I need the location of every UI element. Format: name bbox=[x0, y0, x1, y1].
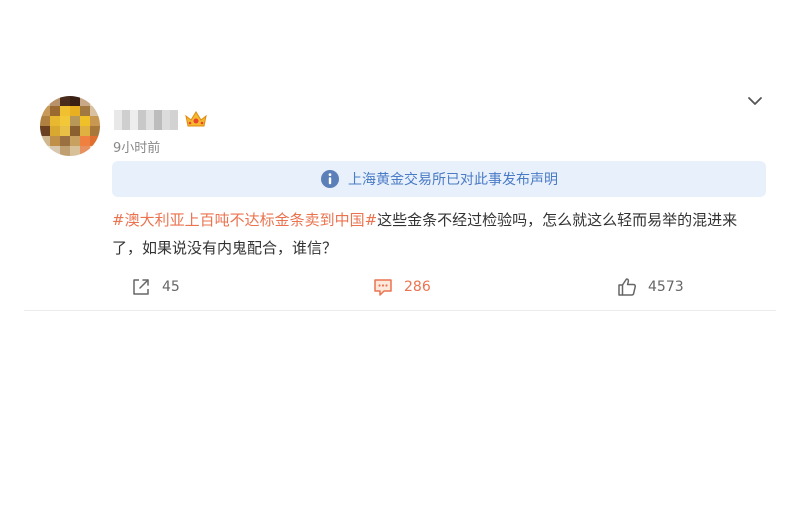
notice-text: 上海黄金交易所已对此事发布声明 bbox=[348, 172, 558, 188]
comment-button[interactable]: 286 bbox=[372, 272, 431, 302]
thumbs-up-icon bbox=[618, 278, 637, 296]
share-count: 45 bbox=[162, 279, 180, 295]
notice-banner[interactable]: 上海黄金交易所已对此事发布声明 bbox=[112, 161, 766, 197]
username-blurred[interactable] bbox=[114, 110, 178, 130]
comment-icon bbox=[374, 279, 392, 296]
chevron-down-icon[interactable] bbox=[746, 92, 764, 110]
info-icon bbox=[321, 170, 339, 188]
share-button[interactable]: 45 bbox=[130, 272, 180, 302]
post-timestamp: 9小时前 bbox=[113, 141, 161, 156]
like-count: 4573 bbox=[648, 279, 684, 295]
like-button[interactable]: 4573 bbox=[616, 272, 684, 302]
action-bar: 45 286 4573 bbox=[24, 272, 776, 302]
weibo-post-card: 9小时前 上海黄金交易所已对此事发布声明 #澳大利亚上百吨不达标金条卖到中国#这… bbox=[24, 88, 776, 311]
comment-count: 286 bbox=[404, 279, 431, 295]
share-icon bbox=[133, 279, 149, 295]
crown-icon bbox=[185, 111, 207, 127]
hashtag-link[interactable]: #澳大利亚上百吨不达标金条卖到中国# bbox=[112, 211, 377, 229]
post-body: #澳大利亚上百吨不达标金条卖到中国#这些金条不经过检验吗，怎么就这么轻而易举的混… bbox=[112, 206, 766, 262]
avatar[interactable] bbox=[40, 96, 100, 156]
